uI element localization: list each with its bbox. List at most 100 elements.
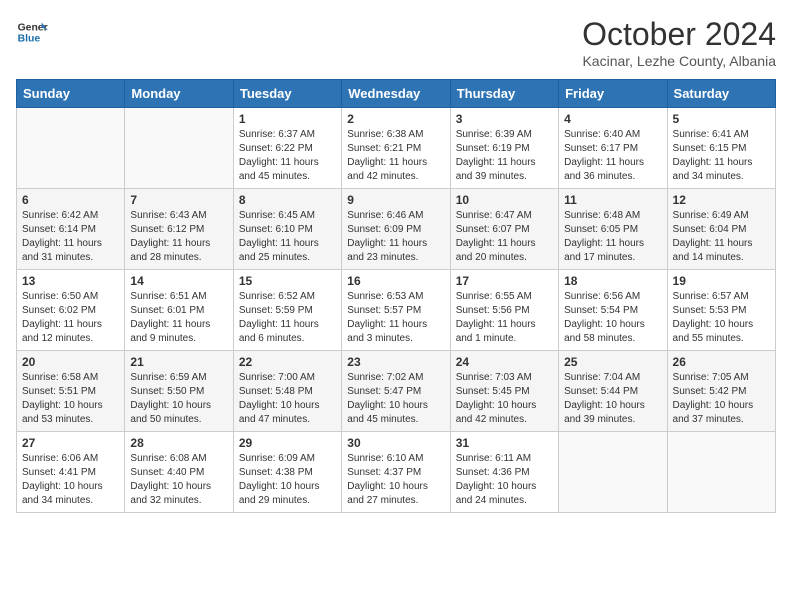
calendar-cell: 29 Sunrise: 6:09 AMSunset: 4:38 PMDayligh… bbox=[233, 432, 341, 513]
col-wednesday: Wednesday bbox=[342, 80, 450, 108]
calendar-cell: 3Sunrise: 6:39 AMSunset: 6:19 PMDaylight… bbox=[450, 108, 558, 189]
calendar-cell: 4 Sunrise: 6:40 AMSunset: 6:17 PMDaylight… bbox=[559, 108, 667, 189]
day-info: Sunrise: 6:56 AMSunset: 5:54 PMDaylight:… bbox=[564, 290, 661, 346]
day-info: Sunrise: 6:52 AMSunset: 5:59 PMDaylight:… bbox=[239, 290, 336, 346]
day-number: 28 bbox=[130, 436, 227, 450]
day-info: Sunrise: 7:03 AMSunset: 5:45 PMDaylight:… bbox=[456, 371, 553, 427]
day-number: 24 bbox=[456, 355, 553, 369]
day-info: Sunrise: 7:02 AMSunset: 5:47 PMDaylight:… bbox=[347, 371, 444, 427]
day-number: 22 bbox=[239, 355, 336, 369]
day-info: Sunrise: 6:43 AMSunset: 6:12 PMDaylight:… bbox=[130, 209, 227, 265]
day-number: 6 bbox=[22, 193, 119, 207]
calendar-cell bbox=[559, 432, 667, 513]
title-block: October 2024 Kacinar, Lezhe County, Alba… bbox=[582, 16, 776, 69]
day-number: 8 bbox=[239, 193, 336, 207]
day-number: 9 bbox=[347, 193, 444, 207]
logo-icon: General Blue bbox=[16, 16, 48, 48]
calendar-week-1: 6 Sunrise: 6:42 AMSunset: 6:14 PMDaylight… bbox=[17, 189, 776, 270]
day-number: 10 bbox=[456, 193, 553, 207]
day-number: 5 bbox=[673, 112, 770, 126]
day-number: 25 bbox=[564, 355, 661, 369]
calendar-cell: 24 Sunrise: 7:03 AMSunset: 5:45 PMDayligh… bbox=[450, 351, 558, 432]
day-number: 15 bbox=[239, 274, 336, 288]
month-title: October 2024 bbox=[582, 16, 776, 53]
day-number: 20 bbox=[22, 355, 119, 369]
day-info: Sunrise: 6:09 AMSunset: 4:38 PMDaylight:… bbox=[239, 452, 336, 508]
day-info: Sunrise: 6:59 AMSunset: 5:50 PMDaylight:… bbox=[130, 371, 227, 427]
page-header: General Blue October 2024 Kacinar, Lezhe… bbox=[16, 16, 776, 69]
day-info: Sunrise: 6:58 AMSunset: 5:51 PMDaylight:… bbox=[22, 371, 119, 427]
day-info: Sunrise: 6:06 AMSunset: 4:41 PMDaylight:… bbox=[22, 452, 119, 508]
calendar-cell bbox=[125, 108, 233, 189]
calendar-cell: 30 Sunrise: 6:10 AMSunset: 4:37 PMDayligh… bbox=[342, 432, 450, 513]
calendar-cell: 17 Sunrise: 6:55 AMSunset: 5:56 PMDayligh… bbox=[450, 270, 558, 351]
day-number: 4 bbox=[564, 112, 661, 126]
calendar-cell: 2 Sunrise: 6:38 AMSunset: 6:21 PMDaylight… bbox=[342, 108, 450, 189]
day-info: Sunrise: 6:47 AMSunset: 6:07 PMDaylight:… bbox=[456, 209, 553, 265]
day-number: 21 bbox=[130, 355, 227, 369]
day-number: 31 bbox=[456, 436, 553, 450]
day-info: Sunrise: 7:00 AMSunset: 5:48 PMDaylight:… bbox=[239, 371, 336, 427]
day-info: Sunrise: 6:46 AMSunset: 6:09 PMDaylight:… bbox=[347, 209, 444, 265]
day-number: 1 bbox=[239, 112, 336, 126]
day-number: 11 bbox=[564, 193, 661, 207]
day-info: Sunrise: 6:38 AMSunset: 6:21 PMDaylight:… bbox=[347, 128, 444, 184]
calendar-week-0: 1Sunrise: 6:37 AMSunset: 6:22 PMDaylight… bbox=[17, 108, 776, 189]
day-number: 26 bbox=[673, 355, 770, 369]
day-number: 16 bbox=[347, 274, 444, 288]
calendar-week-4: 27 Sunrise: 6:06 AMSunset: 4:41 PMDayligh… bbox=[17, 432, 776, 513]
day-info: Sunrise: 6:57 AMSunset: 5:53 PMDaylight:… bbox=[673, 290, 770, 346]
day-info: Sunrise: 6:53 AMSunset: 5:57 PMDaylight:… bbox=[347, 290, 444, 346]
calendar-cell: 14 Sunrise: 6:51 AMSunset: 6:01 PMDayligh… bbox=[125, 270, 233, 351]
calendar-cell: 26 Sunrise: 7:05 AMSunset: 5:42 PMDayligh… bbox=[667, 351, 775, 432]
day-info: Sunrise: 7:05 AMSunset: 5:42 PMDaylight:… bbox=[673, 371, 770, 427]
col-sunday: Sunday bbox=[17, 80, 125, 108]
calendar-cell: 1Sunrise: 6:37 AMSunset: 6:22 PMDaylight… bbox=[233, 108, 341, 189]
day-number: 19 bbox=[673, 274, 770, 288]
day-number: 30 bbox=[347, 436, 444, 450]
calendar: Sunday Monday Tuesday Wednesday Thursday… bbox=[16, 79, 776, 513]
day-info: Sunrise: 6:55 AMSunset: 5:56 PMDaylight:… bbox=[456, 290, 553, 346]
day-info: Sunrise: 6:42 AMSunset: 6:14 PMDaylight:… bbox=[22, 209, 119, 265]
calendar-cell: 23Sunrise: 7:02 AMSunset: 5:47 PMDayligh… bbox=[342, 351, 450, 432]
calendar-cell: 7Sunrise: 6:43 AMSunset: 6:12 PMDaylight… bbox=[125, 189, 233, 270]
day-number: 17 bbox=[456, 274, 553, 288]
day-info: Sunrise: 6:10 AMSunset: 4:37 PMDaylight:… bbox=[347, 452, 444, 508]
col-friday: Friday bbox=[559, 80, 667, 108]
day-info: Sunrise: 6:11 AMSunset: 4:36 PMDaylight:… bbox=[456, 452, 553, 508]
day-number: 12 bbox=[673, 193, 770, 207]
calendar-cell: 25 Sunrise: 7:04 AMSunset: 5:44 PMDayligh… bbox=[559, 351, 667, 432]
day-info: Sunrise: 6:48 AMSunset: 6:05 PMDaylight:… bbox=[564, 209, 661, 265]
location: Kacinar, Lezhe County, Albania bbox=[582, 53, 776, 69]
calendar-cell: 13Sunrise: 6:50 AMSunset: 6:02 PMDayligh… bbox=[17, 270, 125, 351]
day-number: 29 bbox=[239, 436, 336, 450]
day-info: Sunrise: 6:49 AMSunset: 6:04 PMDaylight:… bbox=[673, 209, 770, 265]
day-info: Sunrise: 6:50 AMSunset: 6:02 PMDaylight:… bbox=[22, 290, 119, 346]
calendar-cell: 11 Sunrise: 6:48 AMSunset: 6:05 PMDayligh… bbox=[559, 189, 667, 270]
day-number: 18 bbox=[564, 274, 661, 288]
col-tuesday: Tuesday bbox=[233, 80, 341, 108]
calendar-cell: 20 Sunrise: 6:58 AMSunset: 5:51 PMDayligh… bbox=[17, 351, 125, 432]
calendar-cell bbox=[667, 432, 775, 513]
col-saturday: Saturday bbox=[667, 80, 775, 108]
day-number: 14 bbox=[130, 274, 227, 288]
calendar-cell: 21 Sunrise: 6:59 AMSunset: 5:50 PMDayligh… bbox=[125, 351, 233, 432]
calendar-cell: 22 Sunrise: 7:00 AMSunset: 5:48 PMDayligh… bbox=[233, 351, 341, 432]
day-info: Sunrise: 6:51 AMSunset: 6:01 PMDaylight:… bbox=[130, 290, 227, 346]
day-info: Sunrise: 6:45 AMSunset: 6:10 PMDaylight:… bbox=[239, 209, 336, 265]
calendar-cell: 6 Sunrise: 6:42 AMSunset: 6:14 PMDaylight… bbox=[17, 189, 125, 270]
calendar-cell: 8 Sunrise: 6:45 AMSunset: 6:10 PMDaylight… bbox=[233, 189, 341, 270]
day-number: 2 bbox=[347, 112, 444, 126]
calendar-cell: 15 Sunrise: 6:52 AMSunset: 5:59 PMDayligh… bbox=[233, 270, 341, 351]
day-info: Sunrise: 7:04 AMSunset: 5:44 PMDaylight:… bbox=[564, 371, 661, 427]
calendar-cell: 16 Sunrise: 6:53 AMSunset: 5:57 PMDayligh… bbox=[342, 270, 450, 351]
calendar-cell: 12 Sunrise: 6:49 AMSunset: 6:04 PMDayligh… bbox=[667, 189, 775, 270]
calendar-cell: 10 Sunrise: 6:47 AMSunset: 6:07 PMDayligh… bbox=[450, 189, 558, 270]
calendar-cell: 9 Sunrise: 6:46 AMSunset: 6:09 PMDaylight… bbox=[342, 189, 450, 270]
day-info: Sunrise: 6:40 AMSunset: 6:17 PMDaylight:… bbox=[564, 128, 661, 184]
svg-text:Blue: Blue bbox=[18, 34, 41, 45]
calendar-cell: 5Sunrise: 6:41 AMSunset: 6:15 PMDaylight… bbox=[667, 108, 775, 189]
calendar-cell: 28 Sunrise: 6:08 AMSunset: 4:40 PMDayligh… bbox=[125, 432, 233, 513]
day-number: 27 bbox=[22, 436, 119, 450]
day-info: Sunrise: 6:08 AMSunset: 4:40 PMDaylight:… bbox=[130, 452, 227, 508]
